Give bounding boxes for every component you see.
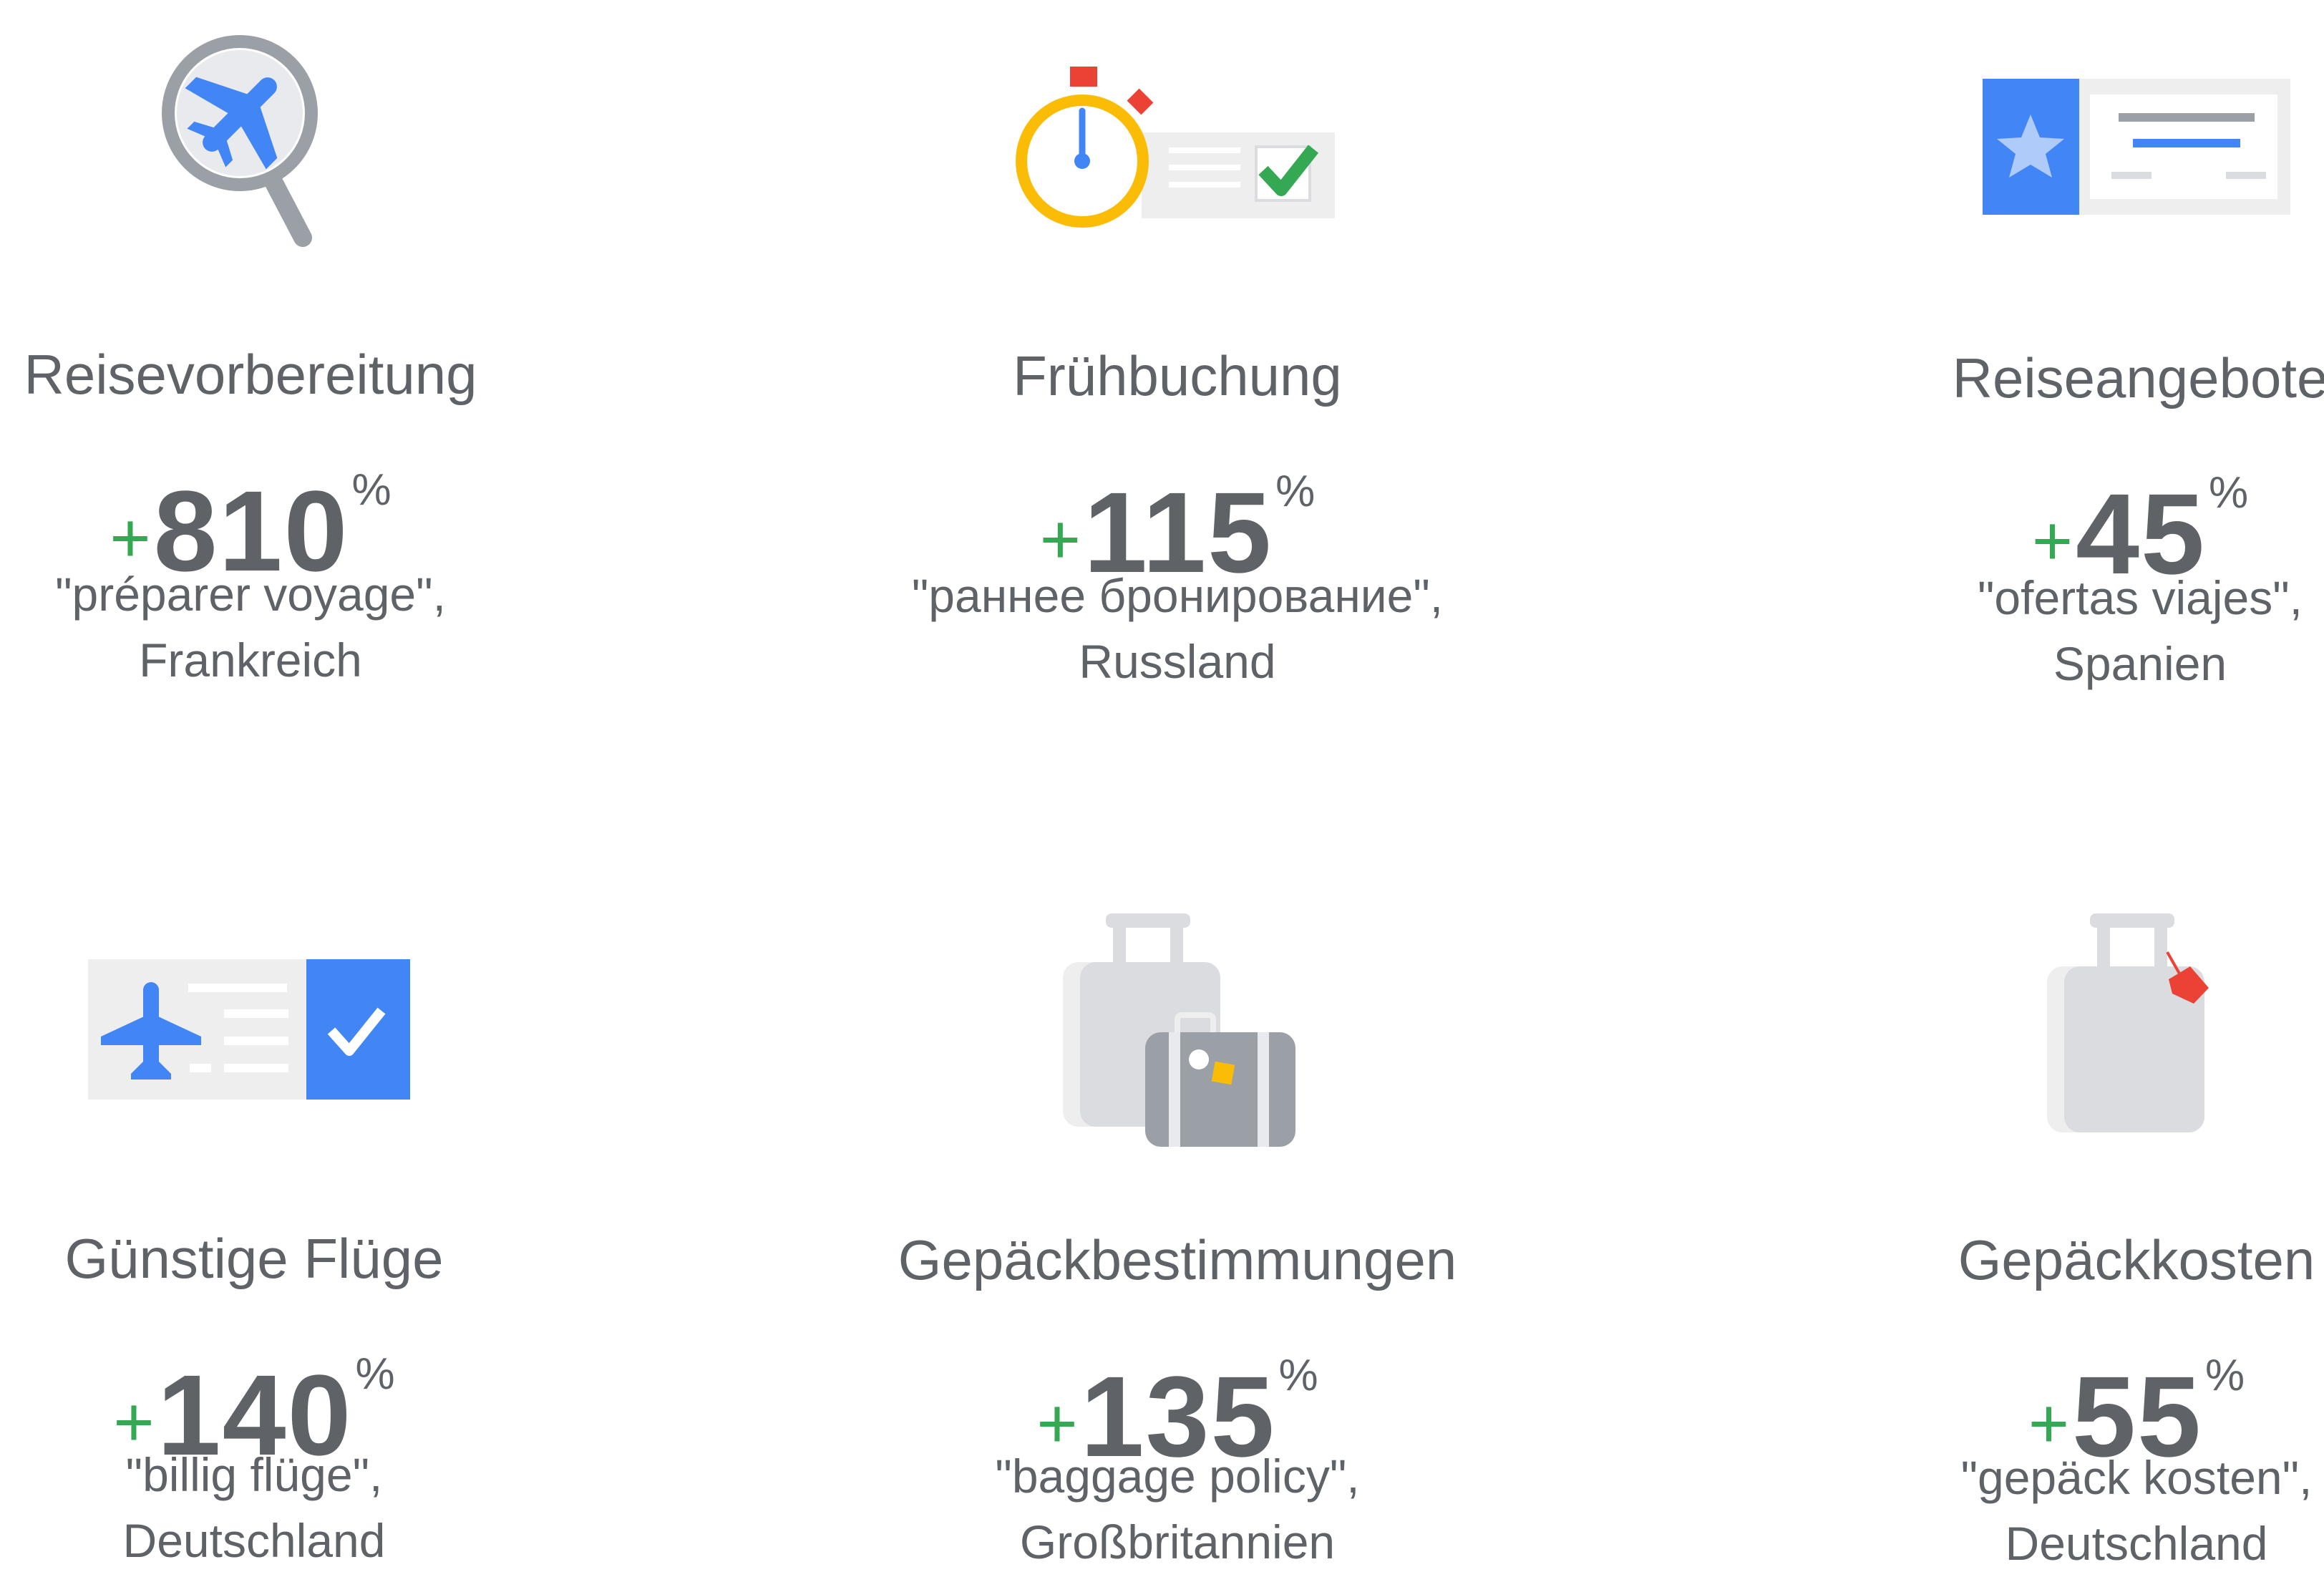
- country-label: Spanien: [2053, 637, 2227, 690]
- percent-sign: %: [351, 465, 392, 515]
- plus-sign: +: [2031, 501, 2073, 580]
- country-label: Deutschland: [122, 1514, 386, 1567]
- card-title: Gepäckbestimmungen: [898, 1228, 1457, 1291]
- star-ticket-icon: [1983, 79, 2290, 215]
- suitcase-tag-icon: [2047, 909, 2226, 1145]
- card-title: Reisevorbereitung: [24, 343, 477, 406]
- percent-sign: %: [1278, 1351, 1318, 1400]
- country-label: Deutschland: [2005, 1517, 2268, 1570]
- search-query: "billig flüge",: [125, 1448, 383, 1501]
- luggage-pair-icon: [1063, 909, 1299, 1153]
- card-title: Frühbuchung: [1013, 344, 1342, 407]
- search-query: "раннее бронирование",: [911, 569, 1444, 622]
- country-label: Russland: [1079, 635, 1276, 688]
- search-query: "ofertas viajes",: [1977, 571, 2303, 624]
- plane-ticket-check-icon: [88, 959, 410, 1100]
- card-title: Gepäckkosten: [1958, 1228, 2315, 1291]
- card-title: Reiseangebote: [1952, 346, 2324, 409]
- country-label: Frankreich: [139, 634, 362, 686]
- card-title: Günstige Flüge: [64, 1227, 444, 1290]
- percent-sign: %: [355, 1349, 395, 1399]
- percent-sign: %: [2205, 1351, 2245, 1400]
- search-query: "baggage policy",: [995, 1450, 1360, 1503]
- search-query: "gepäck kosten",: [1960, 1451, 2313, 1504]
- percent-sign: %: [2209, 468, 2249, 518]
- search-query: "préparer voyage",: [55, 568, 446, 621]
- plane-search-icon: [157, 35, 329, 251]
- country-label: Großbritannien: [1019, 1515, 1336, 1568]
- stopwatch-checklist-icon: [1013, 64, 1342, 236]
- percent-sign: %: [1275, 467, 1316, 516]
